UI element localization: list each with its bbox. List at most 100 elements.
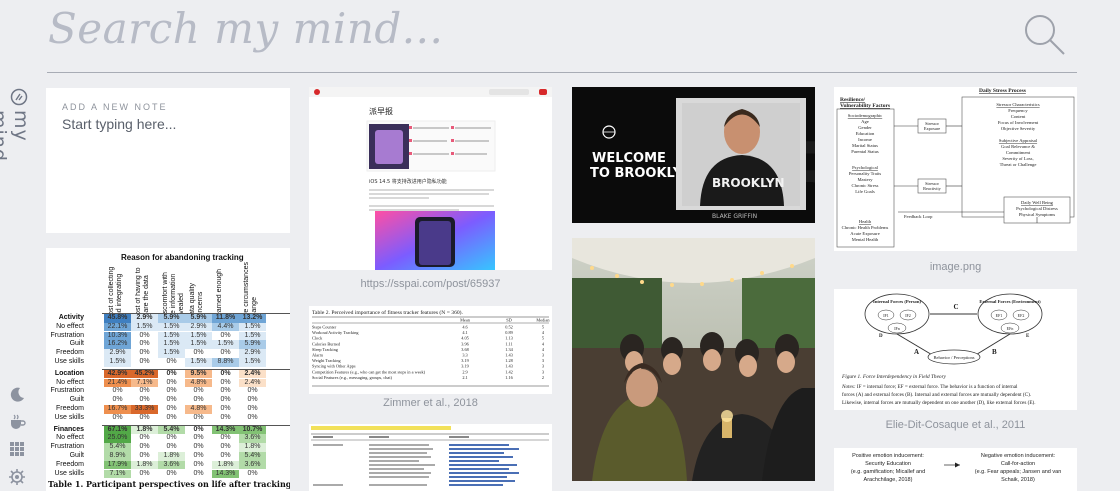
emotion-note-card[interactable]: Positive emotion inducement: Security Ed…: [834, 448, 1077, 491]
svg-text:Daily Stress Process: Daily Stress Process: [979, 88, 1026, 94]
svg-text:(e.g. Fear appeals; Jansen and: (e.g. Fear appeals; Jansen and van: [975, 469, 1062, 475]
table-cell: 1.5%: [239, 322, 266, 332]
row-label: Finances: [53, 425, 84, 433]
table-cell: 0%: [220, 387, 231, 395]
table-cell: 2.9%: [131, 314, 158, 323]
web-clip-card[interactable]: 派早报 iOS 14.5 将支持改进用户隐私功能: [309, 87, 552, 270]
table2-cell: 3.68: [461, 347, 469, 352]
table-cell: 0%: [139, 396, 150, 404]
brand-logo[interactable]: my mind: [0, 88, 32, 188]
table-cell: 1.8%: [212, 460, 239, 470]
table-cell: 5.4%: [239, 452, 266, 461]
svg-text:Chronic Health Problems: Chronic Health Problems: [842, 225, 889, 230]
table2-cell: 4.05: [461, 336, 469, 341]
table3-note-card[interactable]: [309, 424, 552, 491]
table-row: No effect 22.1% 1.5% 1.5% 2.9% 4.4% 1.5%: [46, 322, 290, 332]
table-cell: 0%: [166, 358, 177, 365]
search-icon[interactable]: [1022, 12, 1066, 56]
svg-text:Likewise, internal forces are: Likewise, internal forces are mutually d…: [842, 399, 1036, 406]
row-label: Freedom: [55, 460, 84, 468]
table-cell: 5.4%: [104, 443, 131, 452]
row-label: No effect: [56, 434, 84, 442]
table-cell: 0%: [112, 396, 123, 404]
table-cell: 1.8%: [158, 452, 185, 461]
row-label: Frustration: [50, 443, 84, 451]
row-label: Guilt: [69, 396, 84, 404]
gear-icon[interactable]: [8, 468, 26, 486]
table-cell: 0%: [220, 413, 231, 421]
table-cell: 0%: [112, 413, 123, 421]
table-cell: 16.7%: [104, 405, 131, 414]
table2-header: Mean: [460, 318, 471, 323]
table-cell: 0%: [166, 413, 177, 421]
svg-text:WELCOME: WELCOME: [592, 151, 666, 166]
table-cell: 42.9%: [104, 369, 131, 379]
table-column-header: Learned enough: [216, 269, 223, 320]
diagram-note-card[interactable]: Resilience/ Vulnerability Factors Sociod…: [834, 87, 1077, 251]
table2-cell: Steps Counter: [312, 325, 337, 330]
table2-cell: 1.34: [505, 347, 513, 352]
table2-cell: 1.42: [505, 369, 513, 374]
figure-caption: Figure 1. Force Interdependency in Field…: [841, 374, 947, 380]
table-cell: 8.8%: [212, 358, 239, 367]
table2-cell: 1.16: [505, 375, 513, 380]
table2-cell: 1.13: [505, 336, 513, 341]
table-cell: 0%: [166, 369, 177, 377]
search-input[interactable]: Search my mind...: [48, 4, 443, 53]
svg-text:Marital Status: Marital Status: [852, 143, 878, 148]
svg-text:Goal Relevance &: Goal Relevance &: [1001, 144, 1035, 149]
photo-note-card[interactable]: [572, 238, 815, 481]
table-cell: 10.3%: [104, 331, 131, 341]
table-row: No effect 25.0% 0% 0% 0% 0% 3.6%: [46, 434, 290, 443]
row-label: Guilt: [69, 340, 84, 348]
table-caption: Table 1. Participant perspectives on lif…: [48, 479, 290, 489]
table-cell: 4.4%: [212, 322, 239, 332]
table-cell: 0%: [247, 469, 258, 477]
svg-text:EFn: EFn: [1007, 326, 1014, 331]
table-cell: 1.5%: [131, 322, 158, 332]
svg-text:IFn: IFn: [894, 326, 900, 331]
svg-text:Arachchilage, 2018): Arachchilage, 2018): [864, 477, 913, 483]
table-cell: 0%: [166, 434, 177, 442]
table2-note-card[interactable]: Table 2. Perceived importance of fitness…: [309, 306, 552, 394]
svg-text:Personality Traits: Personality Traits: [849, 171, 882, 176]
table-cell: 5.9%: [185, 314, 212, 323]
table-cell: 1.5%: [158, 331, 185, 341]
table2-cell: 1.43: [505, 353, 513, 358]
table2-cell: Syncing with Other Apps: [312, 364, 356, 369]
svg-text:EF1: EF1: [996, 313, 1003, 318]
new-note-card[interactable]: ADD A NEW NOTE Start typing here...: [46, 88, 290, 233]
table-cell: 45.8%: [104, 314, 131, 323]
table-note-card[interactable]: Reason for abandoning tracking Table 1. …: [46, 248, 290, 491]
table-cell: 0%: [193, 396, 204, 404]
table-group-row: Location 42.9% 45.2% 0% 9.5% 0% 2.4%: [46, 369, 290, 379]
svg-text:IF2: IF2: [905, 313, 911, 318]
table-cell: 7.1%: [104, 469, 131, 479]
table2-cell: Calories Burned: [312, 341, 341, 346]
table-cell: 1.5%: [158, 340, 185, 349]
tea-icon[interactable]: [8, 412, 26, 430]
table-column-header: Data quality concerns: [189, 283, 204, 320]
new-note-label: ADD A NEW NOTE: [62, 102, 168, 112]
table-cell: 2.4%: [239, 369, 266, 379]
table-cell: 0%: [247, 405, 258, 412]
svg-text:Psychological Distress: Psychological Distress: [1016, 206, 1058, 211]
image-note-card[interactable]: BR WELCOME TO BROOKLYN BROOKLYN BLAKE GR…: [572, 87, 815, 223]
new-note-input[interactable]: Start typing here...: [62, 116, 274, 132]
jersey-text: BROOKLYN: [712, 176, 785, 190]
svg-text:Focus of Involvement: Focus of Involvement: [998, 120, 1039, 125]
row-label: Freedom: [55, 349, 84, 357]
table2-cell: Alarm: [312, 353, 324, 358]
forces-diagram-card[interactable]: Internal Forces (Person) IF1 IF2 IFn Exte…: [834, 289, 1077, 410]
table-cell: 0%: [220, 331, 231, 339]
svg-text:Objective Severity: Objective Severity: [1001, 126, 1036, 131]
table-cell: 1.8%: [239, 443, 266, 452]
table-cell: 0%: [139, 349, 150, 357]
grid-icon[interactable]: [8, 440, 26, 458]
table2-cell: 0.52: [505, 325, 513, 330]
table-cell: 0%: [193, 413, 204, 421]
svg-text:Negative emotion inducement:: Negative emotion inducement:: [981, 453, 1056, 459]
moon-icon[interactable]: [8, 386, 26, 404]
table-row: No effect 21.4% 7.1% 0% 4.8% 0% 2.4%: [46, 378, 290, 388]
table-column-header: Discomfort with the information revealed: [162, 272, 185, 320]
